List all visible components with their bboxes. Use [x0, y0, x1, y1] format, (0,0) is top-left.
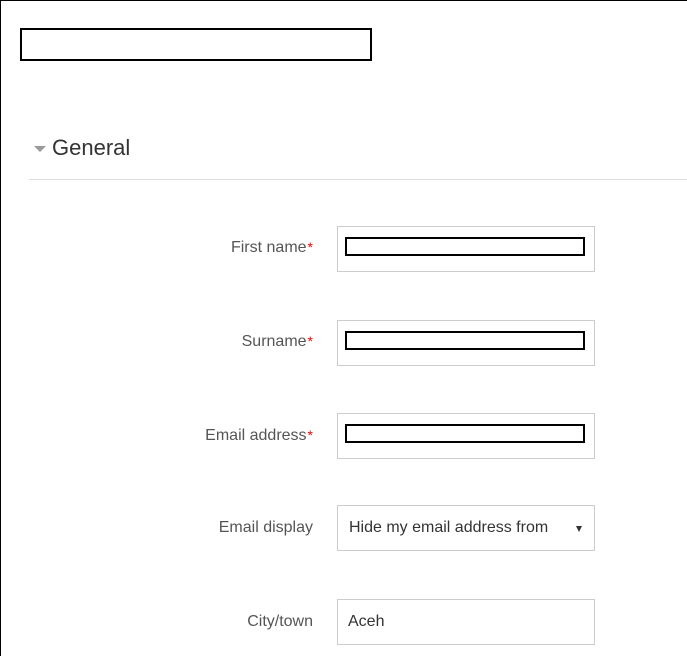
first-name-label: First name* — [231, 239, 313, 257]
frame-top-border — [0, 0, 687, 1]
section-title: General — [52, 135, 131, 160]
redacted-first-name-value — [345, 237, 585, 256]
dropdown-arrow-icon — [576, 526, 582, 532]
email-address-field[interactable] — [337, 413, 595, 459]
surname-label-text: Surname — [241, 333, 307, 350]
required-marker: * — [307, 333, 313, 349]
redacted-email-value — [345, 424, 585, 443]
first-name-label-text: First name — [230, 239, 307, 256]
section-divider — [29, 179, 687, 180]
city-town-label-text: City/town — [247, 613, 313, 630]
surname-field[interactable] — [337, 320, 595, 366]
email-display-selected-value: Hide my email address from — [349, 519, 549, 536]
first-name-field[interactable] — [337, 226, 595, 272]
redacted-surname-value — [345, 331, 585, 350]
email-display-label: Email display — [219, 519, 313, 537]
section-header-general[interactable]: General — [34, 133, 130, 163]
email-address-label: Email address* — [205, 427, 313, 445]
city-town-label: City/town — [247, 613, 313, 631]
email-address-label-text: Email address — [205, 427, 307, 444]
email-display-label-text: Email display — [218, 519, 313, 536]
required-marker: * — [307, 239, 313, 255]
required-marker: * — [307, 427, 313, 443]
frame-left-border — [0, 0, 1, 656]
email-display-select[interactable]: Hide my email address from — [337, 505, 595, 551]
redacted-page-title — [20, 28, 372, 61]
caret-down-icon — [34, 146, 46, 152]
city-town-input[interactable] — [337, 599, 595, 645]
surname-label: Surname* — [242, 333, 313, 351]
